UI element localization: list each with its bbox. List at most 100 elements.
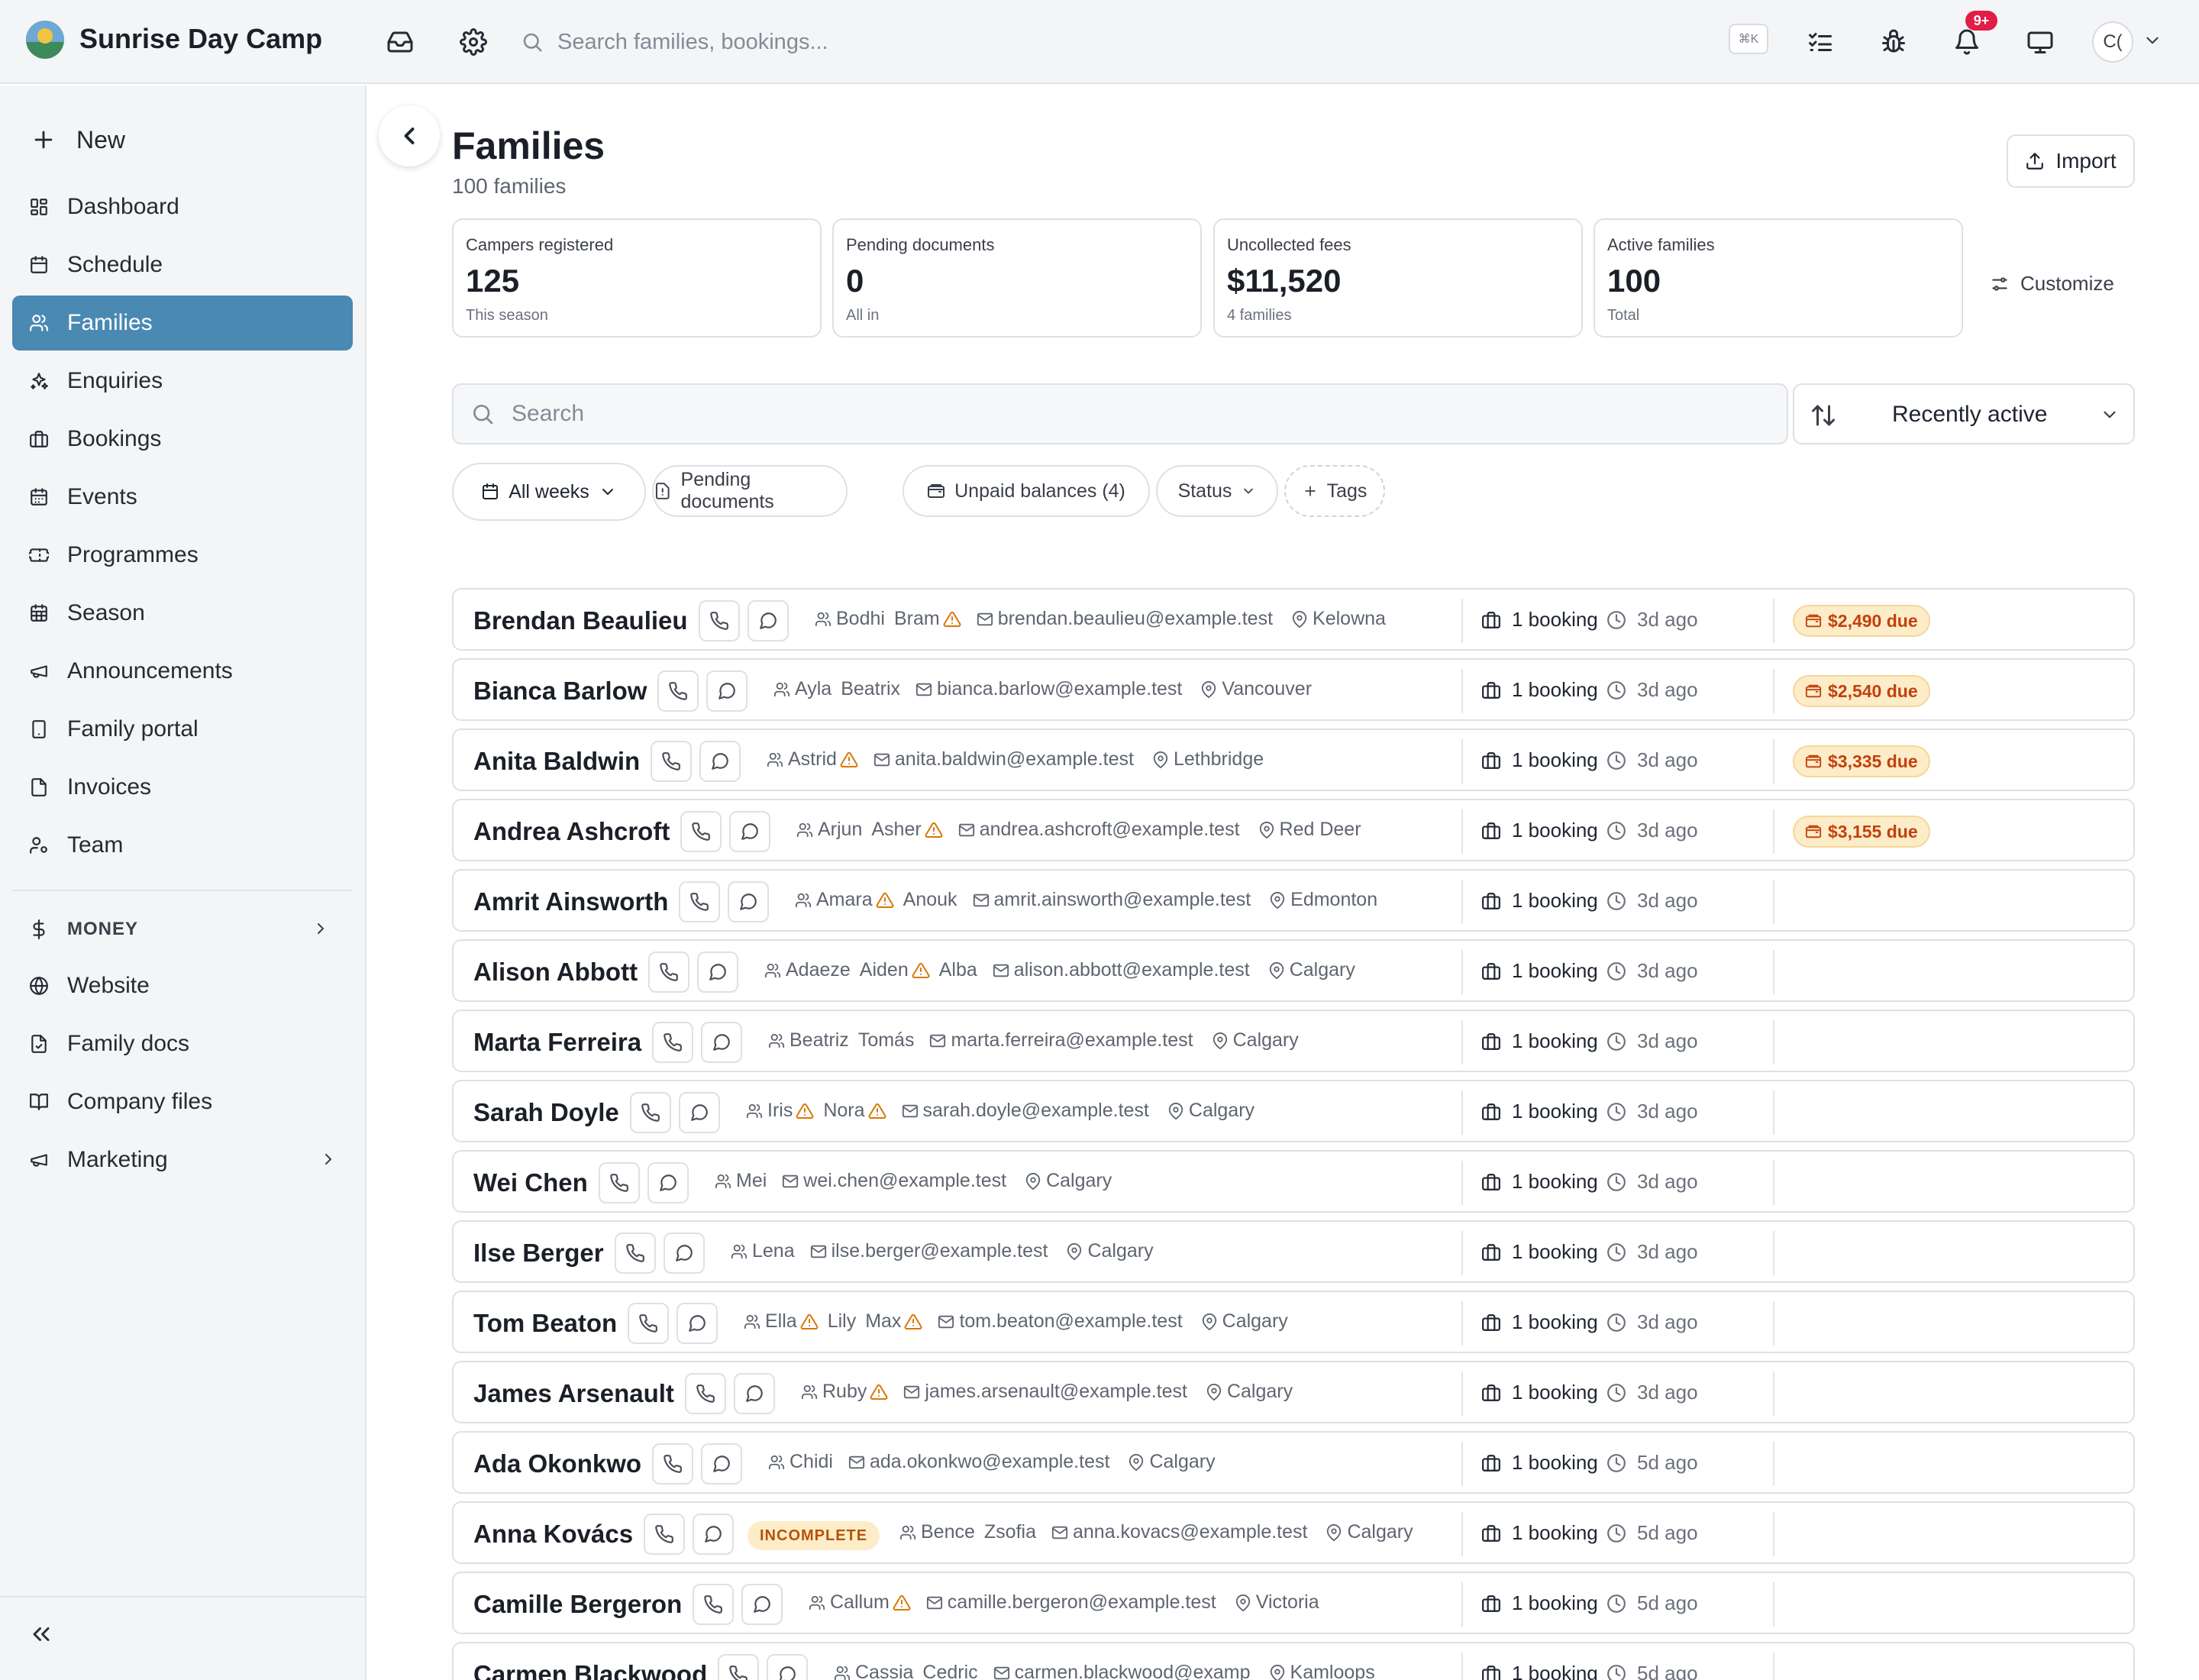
call-button[interactable] [718, 1654, 759, 1680]
message-button[interactable] [706, 670, 748, 712]
sidebar-item-enquiries[interactable]: Enquiries [12, 354, 353, 409]
message-button[interactable] [664, 1233, 705, 1274]
family-row[interactable]: Brendan Beaulieu Bodhi Bram brendan.beaulie… [452, 588, 2135, 651]
booking-count[interactable]: 1 booking [1481, 1170, 1598, 1194]
family-name[interactable]: Carmen Blackwood [473, 1660, 707, 1680]
call-button[interactable] [680, 811, 722, 852]
booking-count[interactable]: 1 booking [1481, 678, 1598, 702]
family-row[interactable]: Wei Chen Mei wei.chen@example.test Calgary 1… [452, 1150, 2135, 1213]
family-row[interactable]: Amrit Ainsworth Amara Anouk amrit.ainsworth… [452, 869, 2135, 932]
family-name[interactable]: Wei Chen [473, 1168, 588, 1197]
message-button[interactable] [701, 1022, 742, 1063]
family-email[interactable]: anna.kovacs@example.test [1073, 1521, 1307, 1543]
family-row[interactable]: Tom Beaton Ella Lily Max tom.beaton@example.… [452, 1291, 2135, 1353]
family-email[interactable]: wei.chen@example.test [803, 1170, 1006, 1192]
call-button[interactable] [615, 1233, 656, 1274]
call-button[interactable] [652, 1443, 693, 1485]
sidebar-item-events[interactable]: Events [12, 470, 353, 525]
filter-tags[interactable]: Tags [1284, 465, 1385, 517]
filter-unpaid-balances[interactable]: Unpaid balances (4) [903, 465, 1150, 517]
import-button[interactable]: Import [2007, 134, 2135, 188]
family-name[interactable]: Marta Ferreira [473, 1028, 641, 1057]
message-button[interactable] [679, 1092, 720, 1133]
booking-count[interactable]: 1 booking [1481, 1310, 1598, 1334]
message-button[interactable] [676, 1303, 718, 1344]
family-row[interactable]: James Arsenault Ruby james.arsenault@examp… [452, 1361, 2135, 1423]
filter-pending-documents[interactable]: Pending documents [652, 465, 848, 517]
global-search-input[interactable] [557, 29, 954, 55]
sidebar-item-team[interactable]: Team [12, 818, 353, 873]
family-email[interactable]: james.arsenault@example.test [925, 1381, 1187, 1403]
call-button[interactable] [628, 1303, 669, 1344]
sort-select[interactable]: Recently active [1793, 383, 2135, 444]
family-name[interactable]: Alison Abbott [473, 958, 638, 987]
balance-due-badge[interactable]: $3,335 due [1793, 745, 1930, 777]
global-search[interactable] [521, 23, 964, 61]
message-button[interactable] [767, 1654, 808, 1680]
booking-count[interactable]: 1 booking [1481, 748, 1598, 772]
customize-button[interactable]: Customize [1990, 272, 2114, 296]
call-button[interactable] [651, 741, 692, 782]
family-name[interactable]: Sarah Doyle [473, 1098, 619, 1127]
family-row[interactable]: Anna Kovács INCOMPLETE Bence Zsofia anna.kov… [452, 1501, 2135, 1564]
family-row[interactable]: Ada Okonkwo Chidi ada.okonkwo@example.test… [452, 1431, 2135, 1494]
settings-button[interactable] [452, 21, 495, 63]
new-button[interactable]: New [31, 113, 125, 166]
family-search-input[interactable] [512, 401, 1733, 427]
family-email[interactable]: marta.ferreira@example.test [951, 1029, 1193, 1052]
booking-count[interactable]: 1 booking [1481, 1521, 1598, 1545]
family-name[interactable]: James Arsenault [473, 1379, 674, 1408]
booking-count[interactable]: 1 booking [1481, 608, 1598, 632]
back-button[interactable] [379, 105, 440, 166]
sidebar-item-announcements[interactable]: Announcements [12, 644, 353, 699]
family-email[interactable]: tom.beaton@example.test [959, 1310, 1182, 1333]
sidebar-item-website[interactable]: Website [12, 958, 353, 1013]
family-email[interactable]: camille.bergeron@example.test [948, 1591, 1216, 1614]
call-button[interactable] [679, 881, 720, 922]
family-search[interactable] [452, 383, 1788, 444]
message-button[interactable] [729, 811, 770, 852]
family-email[interactable]: andrea.ashcroft@example.test [980, 819, 1240, 841]
family-row[interactable]: Andrea Ashcroft Arjun Asher andrea.ashcroft… [452, 799, 2135, 861]
collapse-sidebar-button[interactable] [27, 1620, 55, 1648]
sidebar-item-dashboard[interactable]: Dashboard [12, 179, 353, 234]
sidebar-item-invoices[interactable]: Invoices [12, 760, 353, 815]
family-name[interactable]: Ada Okonkwo [473, 1449, 641, 1478]
family-row[interactable]: Camille Bergeron Callum camille.bergeron@e… [452, 1572, 2135, 1634]
account-menu-chevron[interactable] [2142, 31, 2162, 50]
user-avatar[interactable]: C( [2092, 21, 2133, 63]
display-button[interactable] [2019, 21, 2062, 63]
message-button[interactable] [748, 600, 789, 641]
message-button[interactable] [741, 1584, 783, 1625]
sidebar-item-programmes[interactable]: Programmes [12, 528, 353, 583]
family-name[interactable]: Anita Baldwin [473, 747, 640, 776]
call-button[interactable] [657, 670, 699, 712]
call-button[interactable] [630, 1092, 671, 1133]
booking-count[interactable]: 1 booking [1481, 889, 1598, 913]
family-name[interactable]: Brendan Beaulieu [473, 606, 688, 635]
debug-button[interactable] [1872, 21, 1915, 63]
family-row[interactable]: Marta Ferreira Beatriz Tomás marta.ferreira… [452, 1010, 2135, 1072]
booking-count[interactable]: 1 booking [1481, 1662, 1598, 1680]
message-button[interactable] [734, 1373, 775, 1414]
message-button[interactable] [647, 1162, 689, 1203]
booking-count[interactable]: 1 booking [1481, 1240, 1598, 1264]
family-email[interactable]: ilse.berger@example.test [831, 1240, 1048, 1262]
call-button[interactable] [693, 1584, 734, 1625]
balance-due-badge[interactable]: $2,540 due [1793, 675, 1930, 707]
family-row[interactable]: Bianca Barlow Ayla Beatrix bianca.barlow@ex… [452, 658, 2135, 721]
family-email[interactable]: anita.baldwin@example.test [895, 748, 1134, 771]
tasks-button[interactable] [1799, 21, 1842, 63]
sidebar-item-bookings[interactable]: Bookings [12, 412, 353, 467]
call-button[interactable] [644, 1514, 685, 1555]
sidebar-item-schedule[interactable]: Schedule [12, 237, 353, 292]
family-row[interactable]: Anita Baldwin Astrid anita.baldwin@example… [452, 729, 2135, 791]
booking-count[interactable]: 1 booking [1481, 959, 1598, 983]
family-row[interactable]: Alison Abbott Adaeze Aiden Alba alison.abbot… [452, 939, 2135, 1002]
balance-due-badge[interactable]: $3,155 due [1793, 816, 1930, 848]
family-email[interactable]: amrit.ainsworth@example.test [994, 889, 1251, 911]
family-email[interactable]: brendan.beaulieu@example.test [998, 608, 1273, 630]
family-name[interactable]: Bianca Barlow [473, 677, 647, 706]
filter-status[interactable]: Status [1156, 465, 1278, 517]
family-name[interactable]: Ilse Berger [473, 1239, 604, 1268]
